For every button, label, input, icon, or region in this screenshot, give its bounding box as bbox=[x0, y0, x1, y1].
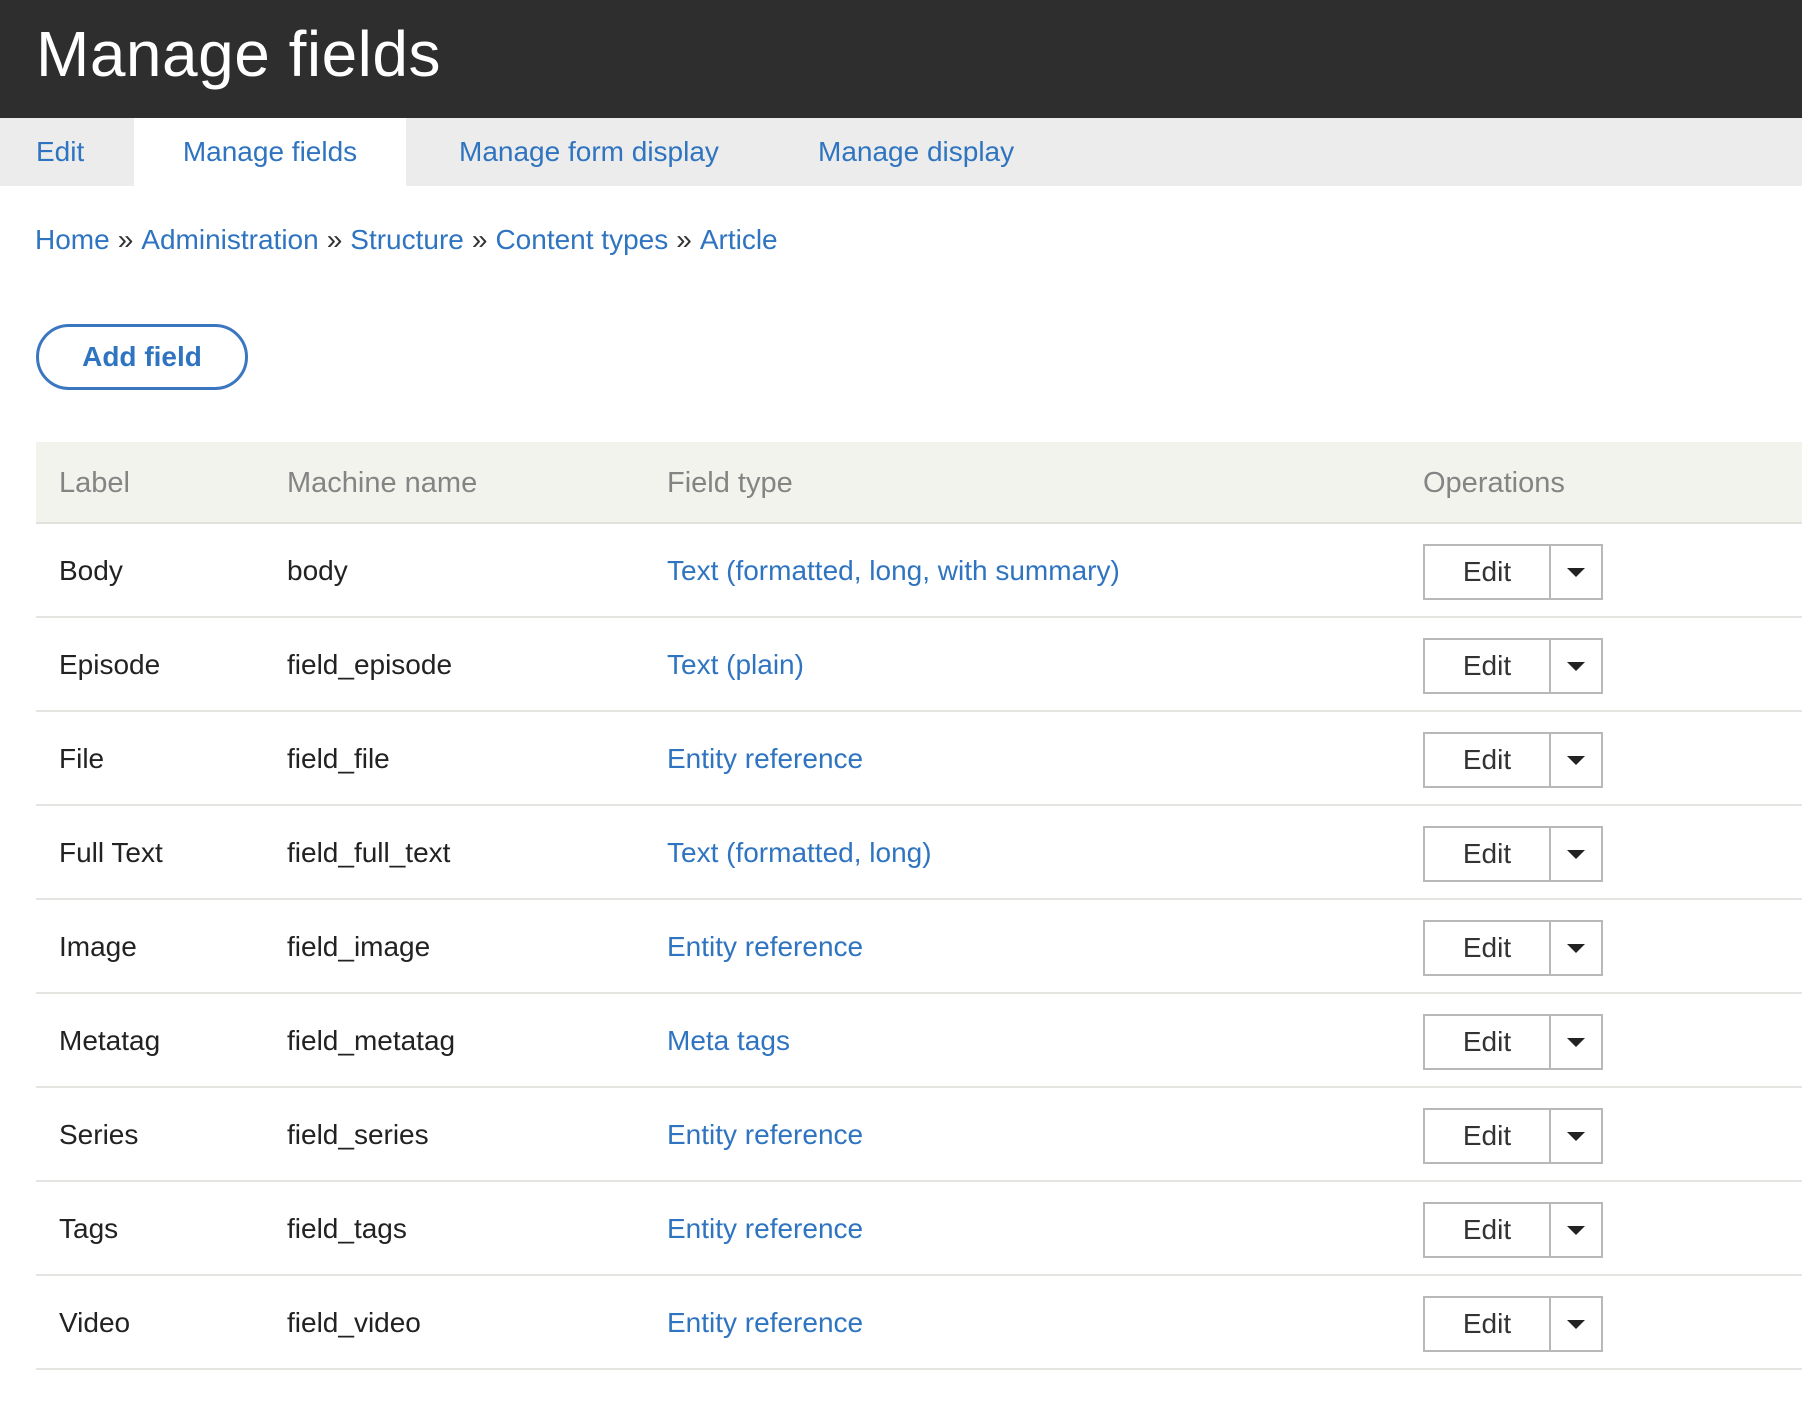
operations-dropbutton: Edit bbox=[1423, 1108, 1603, 1164]
field-type-link[interactable]: Entity reference bbox=[667, 1182, 863, 1276]
edit-button[interactable]: Edit bbox=[1425, 1016, 1551, 1068]
add-field-button[interactable]: Add field bbox=[36, 324, 248, 390]
operations-toggle-button[interactable] bbox=[1551, 1110, 1601, 1162]
table-header: Label Machine name Field type Operations bbox=[36, 442, 1802, 524]
field-label: Episode bbox=[59, 649, 161, 680]
operations-dropbutton: Edit bbox=[1423, 920, 1603, 976]
breadcrumb-content-types[interactable]: Content types bbox=[495, 224, 668, 255]
caret-down-icon bbox=[1567, 1320, 1585, 1329]
tab-manage-display[interactable]: Manage display bbox=[818, 118, 1014, 186]
edit-button[interactable]: Edit bbox=[1425, 828, 1551, 880]
breadcrumb-home[interactable]: Home bbox=[35, 224, 110, 255]
page-title: Manage fields bbox=[36, 18, 441, 90]
field-type-link[interactable]: Entity reference bbox=[667, 1276, 863, 1370]
column-header-operations: Operations bbox=[1423, 467, 1565, 499]
table-row: Full Text field_full_text Text (formatte… bbox=[36, 806, 1802, 900]
table-row: Metatag field_metatag Meta tags Edit bbox=[36, 994, 1802, 1088]
field-label: Body bbox=[59, 555, 123, 586]
edit-button[interactable]: Edit bbox=[1425, 640, 1551, 692]
edit-button[interactable]: Edit bbox=[1425, 546, 1551, 598]
page-header: Manage fields bbox=[0, 0, 1802, 118]
field-machine-name: field_episode bbox=[287, 649, 453, 680]
breadcrumb-article[interactable]: Article bbox=[700, 224, 778, 255]
caret-down-icon bbox=[1567, 850, 1585, 859]
operations-toggle-button[interactable] bbox=[1551, 546, 1601, 598]
column-header-field-type: Field type bbox=[667, 467, 793, 499]
operations-dropbutton: Edit bbox=[1423, 544, 1603, 600]
breadcrumb-administration[interactable]: Administration bbox=[141, 224, 318, 255]
caret-down-icon bbox=[1567, 756, 1585, 765]
caret-down-icon bbox=[1567, 944, 1585, 953]
field-machine-name: field_full_text bbox=[287, 837, 451, 868]
operations-toggle-button[interactable] bbox=[1551, 828, 1601, 880]
field-machine-name: field_video bbox=[287, 1307, 421, 1338]
tab-manage-fields[interactable]: Manage fields bbox=[134, 118, 406, 186]
breadcrumb: Home» Administration» Structure» Content ty… bbox=[35, 222, 778, 258]
edit-button[interactable]: Edit bbox=[1425, 1204, 1551, 1256]
operations-dropbutton: Edit bbox=[1423, 1202, 1603, 1258]
operations-dropbutton: Edit bbox=[1423, 1014, 1603, 1070]
field-label: Tags bbox=[59, 1213, 119, 1244]
field-label: Image bbox=[59, 931, 137, 962]
caret-down-icon bbox=[1567, 1038, 1585, 1047]
field-type-link[interactable]: Text (formatted, long, with summary) bbox=[667, 524, 1120, 618]
column-header-machine-name: Machine name bbox=[287, 467, 478, 499]
field-machine-name: field_tags bbox=[287, 1213, 407, 1244]
tab-edit[interactable]: Edit bbox=[36, 118, 84, 186]
caret-down-icon bbox=[1567, 568, 1585, 577]
field-label: Video bbox=[59, 1307, 131, 1338]
tab-manage-form-display[interactable]: Manage form display bbox=[459, 118, 719, 186]
field-type-link[interactable]: Text (plain) bbox=[667, 618, 804, 712]
table-row: Image field_image Entity reference Edit bbox=[36, 900, 1802, 994]
field-machine-name: field_file bbox=[287, 743, 390, 774]
operations-toggle-button[interactable] bbox=[1551, 1016, 1601, 1068]
caret-down-icon bbox=[1567, 1226, 1585, 1235]
field-type-link[interactable]: Text (formatted, long) bbox=[667, 806, 932, 900]
breadcrumb-separator: » bbox=[471, 224, 488, 255]
operations-toggle-button[interactable] bbox=[1551, 1298, 1601, 1350]
field-machine-name: field_series bbox=[287, 1119, 429, 1150]
operations-toggle-button[interactable] bbox=[1551, 1204, 1601, 1256]
table-row: Tags field_tags Entity reference Edit bbox=[36, 1182, 1802, 1276]
operations-toggle-button[interactable] bbox=[1551, 734, 1601, 786]
field-label: Metatag bbox=[59, 1025, 161, 1056]
operations-dropbutton: Edit bbox=[1423, 732, 1603, 788]
field-machine-name: body bbox=[287, 555, 348, 586]
operations-toggle-button[interactable] bbox=[1551, 922, 1601, 974]
table-row: Video field_video Entity reference Edit bbox=[36, 1276, 1802, 1370]
table-row: Episode field_episode Text (plain) Edit bbox=[36, 618, 1802, 712]
column-header-label: Label bbox=[59, 467, 130, 499]
operations-toggle-button[interactable] bbox=[1551, 640, 1601, 692]
edit-button[interactable]: Edit bbox=[1425, 1110, 1551, 1162]
breadcrumb-separator: » bbox=[117, 224, 134, 255]
field-type-link[interactable]: Meta tags bbox=[667, 994, 790, 1088]
operations-dropbutton: Edit bbox=[1423, 826, 1603, 882]
breadcrumb-separator: » bbox=[676, 224, 692, 255]
table-row: Series field_series Entity reference Edi… bbox=[36, 1088, 1802, 1182]
fields-table: Label Machine name Field type Operations… bbox=[36, 442, 1802, 1370]
caret-down-icon bbox=[1567, 1132, 1585, 1141]
edit-button[interactable]: Edit bbox=[1425, 1298, 1551, 1350]
field-machine-name: field_metatag bbox=[287, 1025, 456, 1056]
primary-tabs: Edit Manage fields Manage form display M… bbox=[0, 118, 1802, 186]
field-label: Series bbox=[59, 1119, 139, 1150]
field-type-link[interactable]: Entity reference bbox=[667, 900, 863, 994]
field-type-link[interactable]: Entity reference bbox=[667, 712, 863, 806]
caret-down-icon bbox=[1567, 662, 1585, 671]
operations-dropbutton: Edit bbox=[1423, 638, 1603, 694]
field-type-link[interactable]: Entity reference bbox=[667, 1088, 863, 1182]
field-machine-name: field_image bbox=[287, 931, 431, 962]
table-row: File field_file Entity reference Edit bbox=[36, 712, 1802, 806]
field-label: Full Text bbox=[59, 837, 163, 868]
edit-button[interactable]: Edit bbox=[1425, 922, 1551, 974]
operations-dropbutton: Edit bbox=[1423, 1296, 1603, 1352]
field-label: File bbox=[59, 743, 105, 774]
table-row: Body body Text (formatted, long, with su… bbox=[36, 524, 1802, 618]
edit-button[interactable]: Edit bbox=[1425, 734, 1551, 786]
breadcrumb-separator: » bbox=[326, 224, 343, 255]
breadcrumb-structure[interactable]: Structure bbox=[350, 224, 464, 255]
